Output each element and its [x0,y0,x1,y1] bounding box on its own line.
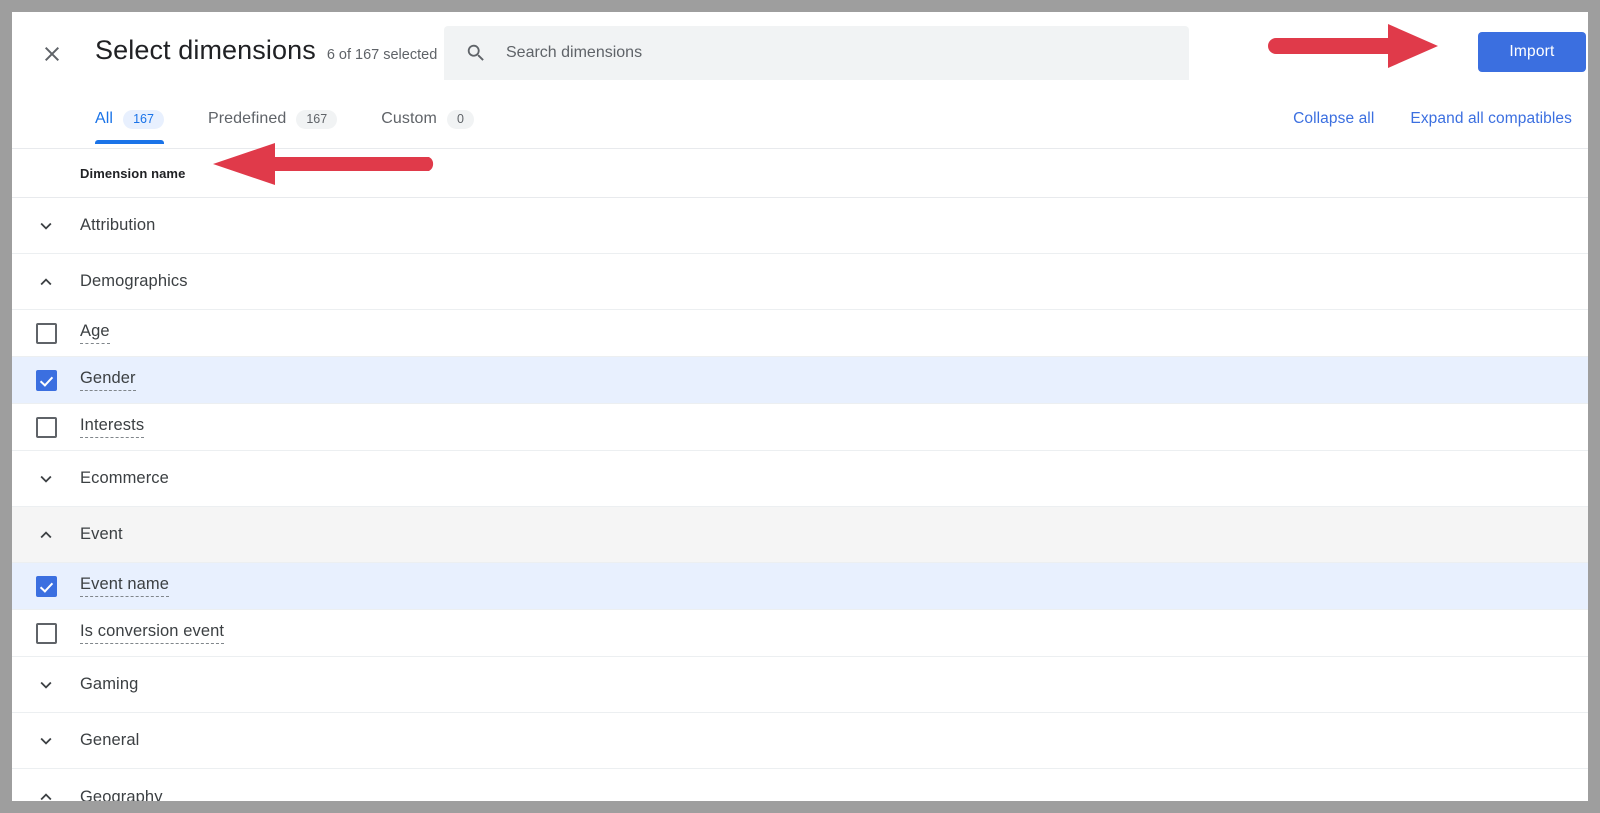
group-row-event[interactable]: Event [12,507,1588,563]
group-label: Geography [80,787,163,802]
search-box[interactable] [444,26,1189,80]
search-input[interactable] [506,44,1146,62]
dimension-row-age[interactable]: Age [12,310,1588,357]
group-row-general[interactable]: General [12,713,1588,769]
select-dimensions-dialog: Select dimensions 6 of 167 selected Impo… [12,12,1588,801]
page-title: Select dimensions [95,35,316,65]
group-label: Gaming [80,675,139,693]
group-label: Event [80,525,123,543]
import-button[interactable]: Import [1478,32,1586,72]
table-column-header: Dimension name [12,148,1588,198]
tab-custom-count: 0 [446,109,474,129]
group-label: Demographics [80,272,188,290]
close-icon [40,42,64,66]
chevron-down-icon[interactable] [12,215,80,237]
dimension-row-gender[interactable]: Gender [12,357,1588,404]
checkbox-cell[interactable] [12,575,80,597]
selection-count: 6 of 167 selected [326,47,438,63]
dimension-label: Interests [80,416,145,438]
header-actions: Collapse all Expand all compatibles [1257,94,1572,144]
group-label: Ecommerce [80,469,169,487]
tab-all-label: All [95,110,114,127]
checkbox-unchecked-icon[interactable] [35,622,57,644]
chevron-up-icon[interactable] [12,271,80,293]
chevron-down-icon[interactable] [12,468,80,490]
collapse-all-button[interactable]: Collapse all [1293,110,1374,128]
tab-underline [208,140,337,144]
tab-custom[interactable]: Custom 0 [381,94,474,144]
tab-all[interactable]: All 167 [95,94,164,144]
checkbox-checked-icon[interactable] [35,575,57,597]
chevron-up-icon[interactable] [12,524,80,546]
checkbox-checked-icon[interactable] [35,369,57,391]
title-area: Select dimensions 6 of 167 selected [95,33,437,72]
tab-predefined-count: 167 [296,109,338,129]
column-header-dimension-name: Dimension name [80,165,186,181]
checkbox-cell[interactable] [12,622,80,644]
tab-bar: All 167 Predefined 167 Custom 0 Collapse… [12,94,1588,148]
search-icon [465,42,487,64]
group-row-demographics[interactable]: Demographics [12,254,1588,310]
tab-underline [381,140,474,144]
dimension-row-is-conversion-event[interactable]: Is conversion event [12,610,1588,657]
group-label: Attribution [80,216,156,234]
tab-active-underline [95,140,164,144]
chevron-up-icon[interactable] [12,786,80,801]
tab-custom-label: Custom [381,110,437,127]
expand-all-compatibles-button[interactable]: Expand all compatibles [1410,110,1572,128]
group-label: General [80,731,140,749]
dimension-label: Gender [80,369,136,391]
dialog-header: Select dimensions 6 of 167 selected Impo… [12,12,1588,94]
dimension-label: Is conversion event [80,622,225,644]
tab-predefined[interactable]: Predefined 167 [207,94,338,144]
screenshot-viewport: Select dimensions 6 of 167 selected Impo… [0,0,1600,813]
checkbox-cell[interactable] [12,322,80,344]
dimension-row-interests[interactable]: Interests [12,404,1588,451]
checkbox-unchecked-icon[interactable] [35,322,57,344]
dimension-row-event-name[interactable]: Event name [12,563,1588,610]
tabs: All 167 Predefined 167 Custom 0 [95,94,518,148]
checkbox-unchecked-icon[interactable] [35,416,57,438]
checkbox-cell[interactable] [12,416,80,438]
chevron-down-icon[interactable] [12,730,80,752]
group-row-geography[interactable]: Geography [12,769,1588,801]
dimension-label: Event name [80,575,170,597]
group-row-gaming[interactable]: Gaming [12,657,1588,713]
dimension-list: Attribution Demographics Age Gender Interest… [12,198,1588,801]
dimension-label: Age [80,322,110,344]
tab-all-count: 167 [123,109,164,129]
chevron-down-icon[interactable] [12,674,80,696]
tab-predefined-label: Predefined [207,110,287,127]
close-button[interactable] [32,34,72,74]
group-row-attribution[interactable]: Attribution [12,198,1588,254]
group-row-ecommerce[interactable]: Ecommerce [12,451,1588,507]
checkbox-cell[interactable] [12,369,80,391]
